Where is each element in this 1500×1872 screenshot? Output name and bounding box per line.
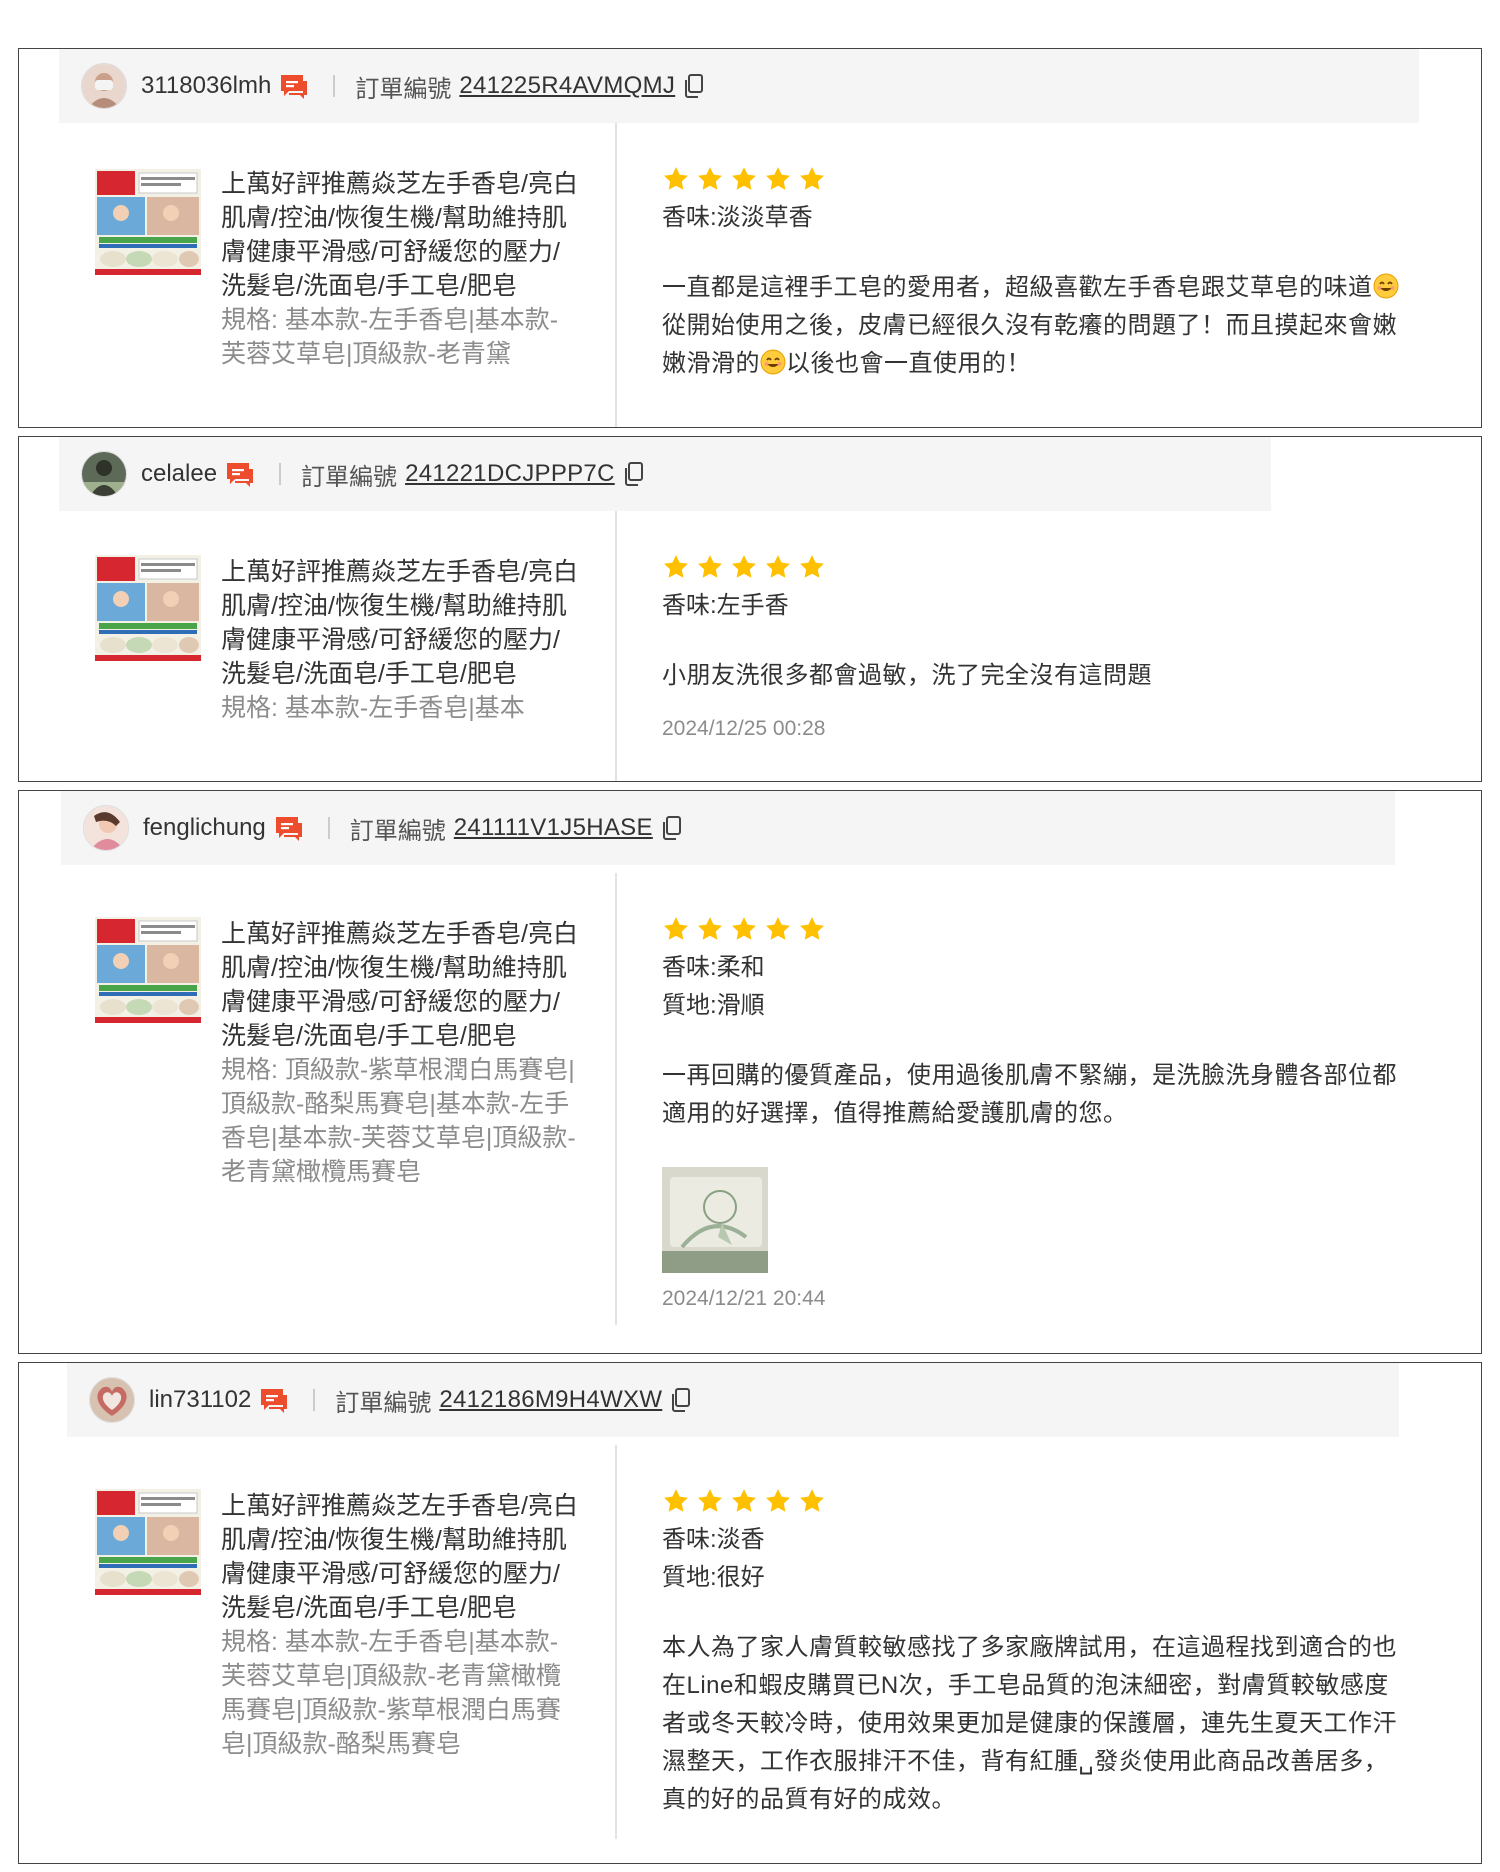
star-icon [696, 915, 724, 943]
column-divider [615, 873, 617, 1325]
header-separator [279, 463, 282, 485]
header-separator [333, 75, 336, 97]
star-icon [764, 1487, 792, 1515]
star-icon [798, 1487, 826, 1515]
smile-emoji-icon [1373, 273, 1399, 299]
review-attribute: 質地:滑順 [662, 992, 765, 1019]
product-name[interactable]: 上萬好評推薦焱芝左手香皂/亮白肌膚/控油/恢復生機/幫助維持肌膚健康平滑感/可舒… [221, 1489, 581, 1625]
chat-icon[interactable] [225, 460, 255, 488]
order-label: 訂單編號 [301, 463, 398, 491]
review-comment: 一再回購的優質產品，使用過後肌膚不緊繃，是洗臉洗身體各部位都適用的好選擇，值得推… [662, 1062, 1397, 1127]
review-attribute: 香味:淡香 [662, 1526, 765, 1553]
product-spec: 規格: 基本款-左手香皂|基本款-芙蓉艾草皂|頂級款-老青黛橄欖馬賽皂|頂級款-… [221, 1628, 561, 1758]
copy-icon[interactable] [661, 815, 683, 841]
star-icon [798, 915, 826, 943]
header-separator [313, 1389, 316, 1411]
review-content: 香味:淡淡草香 一直都是這裡手工皂的愛用者，超級喜歡左手香皂跟艾草皂的味道從開始… [662, 165, 1402, 383]
star-icon [798, 165, 826, 193]
rating-stars [662, 915, 1402, 945]
star-icon [730, 915, 758, 943]
product-spec: 規格: 基本款-左手香皂|基本 [221, 694, 525, 722]
review-date: 2024/12/25 00:28 [662, 717, 826, 740]
user-avatar[interactable] [81, 63, 127, 109]
star-icon [764, 165, 792, 193]
product-spec: 規格: 基本款-左手香皂|基本款-芙蓉艾草皂|頂級款-老青黛 [221, 306, 559, 368]
review-comment: 小朋友洗很多都會過敏，洗了完全沒有這問題 [662, 662, 1152, 689]
chat-icon[interactable] [259, 1386, 289, 1414]
review-card: fenglichung 訂單編號 241111V1J5HASE 上萬好評推薦焱芝… [18, 790, 1482, 1354]
product-thumbnail[interactable] [95, 917, 201, 1023]
copy-icon[interactable] [683, 73, 705, 99]
review-comment: 本人為了家人膚質較敏感找了多家廠牌試用，在這過程找到適合的也在Line和蝦皮購買… [662, 1634, 1397, 1813]
order-number-link[interactable]: 241225R4AVMQMJ [459, 72, 675, 100]
review-content: 香味:左手香 小朋友洗很多都會過敏，洗了完全沒有這問題 2024/12/25 0… [662, 553, 1402, 741]
product-name[interactable]: 上萬好評推薦焱芝左手香皂/亮白肌膚/控油/恢復生機/幫助維持肌膚健康平滑感/可舒… [221, 917, 581, 1053]
product-thumbnail[interactable] [95, 555, 201, 661]
review-card: 3118036lmh 訂單編號 241225R4AVMQMJ 上萬好評推薦焱芝左… [18, 48, 1482, 428]
copy-icon[interactable] [623, 461, 645, 487]
order-label: 訂單編號 [355, 75, 452, 103]
review-header: lin731102 訂單編號 2412186M9H4WXW [67, 1363, 1399, 1437]
review-attribute: 香味:柔和 [662, 954, 765, 981]
column-divider [615, 123, 617, 427]
review-content: 香味:淡香 質地:很好 本人為了家人膚質較敏感找了多家廠牌試用，在這過程找到適合… [662, 1487, 1402, 1819]
username[interactable]: lin731102 [149, 1386, 251, 1414]
order-label: 訂單編號 [335, 1389, 432, 1417]
product-spec: 規格: 頂級款-紫草根潤白馬賽皂|頂級款-酪梨馬賽皂|基本款-左手香皂|基本款-… [221, 1056, 576, 1186]
user-avatar[interactable] [89, 1377, 135, 1423]
product-name[interactable]: 上萬好評推薦焱芝左手香皂/亮白肌膚/控油/恢復生機/幫助維持肌膚健康平滑感/可舒… [221, 555, 581, 691]
review-attribute: 香味:左手香 [662, 592, 789, 619]
order-number-link[interactable]: 241221DCJPPP7C [405, 460, 615, 488]
review-header: celalee 訂單編號 241221DCJPPP7C [59, 437, 1271, 511]
user-avatar[interactable] [81, 451, 127, 497]
review-date: 2024/12/21 20:44 [662, 1287, 826, 1310]
star-icon [764, 553, 792, 581]
review-comment: 一直都是這裡手工皂的愛用者，超級喜歡左手香皂跟艾草皂的味道從開始使用之後，皮膚已… [662, 273, 1399, 377]
rating-stars [662, 1487, 1402, 1517]
star-icon [662, 553, 690, 581]
order-label: 訂單編號 [349, 817, 446, 845]
product-info[interactable]: 上萬好評推薦焱芝左手香皂/亮白肌膚/控油/恢復生機/幫助維持肌膚健康平滑感/可舒… [221, 555, 581, 759]
rating-stars [662, 165, 1402, 195]
column-divider [615, 511, 617, 781]
product-thumbnail[interactable] [95, 1489, 201, 1595]
star-icon [662, 1487, 690, 1515]
product-info[interactable]: 上萬好評推薦焱芝左手香皂/亮白肌膚/控油/恢復生機/幫助維持肌膚健康平滑感/可舒… [221, 167, 581, 405]
star-icon [662, 915, 690, 943]
product-info[interactable]: 上萬好評推薦焱芝左手香皂/亮白肌膚/控油/恢復生機/幫助維持肌膚健康平滑感/可舒… [221, 1489, 581, 1829]
star-icon [798, 553, 826, 581]
review-attribute: 質地:很好 [662, 1564, 765, 1591]
review-card: lin731102 訂單編號 2412186M9H4WXW 上萬好評推薦焱芝左手… [18, 1362, 1482, 1864]
star-icon [696, 165, 724, 193]
chat-icon[interactable] [274, 814, 304, 842]
chat-icon[interactable] [279, 72, 309, 100]
star-icon [730, 553, 758, 581]
copy-icon[interactable] [670, 1387, 692, 1413]
star-icon [730, 1487, 758, 1515]
header-separator [327, 817, 330, 839]
review-header: 3118036lmh 訂單編號 241225R4AVMQMJ [59, 49, 1419, 123]
review-content: 香味:柔和 質地:滑順 一再回購的優質產品，使用過後肌膚不緊繃，是洗臉洗身體各部… [662, 915, 1402, 1311]
review-photo[interactable] [662, 1167, 768, 1273]
product-info[interactable]: 上萬好評推薦焱芝左手香皂/亮白肌膚/控油/恢復生機/幫助維持肌膚健康平滑感/可舒… [221, 917, 581, 1257]
star-icon [696, 553, 724, 581]
product-name[interactable]: 上萬好評推薦焱芝左手香皂/亮白肌膚/控油/恢復生機/幫助維持肌膚健康平滑感/可舒… [221, 167, 581, 303]
product-thumbnail[interactable] [95, 169, 201, 275]
username[interactable]: celalee [141, 460, 217, 488]
column-divider [615, 1445, 617, 1839]
order-number-link[interactable]: 241111V1J5HASE [454, 814, 653, 842]
star-icon [764, 915, 792, 943]
star-icon [662, 165, 690, 193]
review-header: fenglichung 訂單編號 241111V1J5HASE [61, 791, 1395, 865]
review-attribute: 香味:淡淡草香 [662, 204, 813, 231]
smile-emoji-icon [760, 349, 786, 375]
star-icon [730, 165, 758, 193]
review-card: celalee 訂單編號 241221DCJPPP7C 上萬好評推薦焱芝左手香皂… [18, 436, 1482, 782]
username[interactable]: 3118036lmh [141, 72, 271, 100]
order-number-link[interactable]: 2412186M9H4WXW [439, 1386, 662, 1414]
star-icon [696, 1487, 724, 1515]
rating-stars [662, 553, 1402, 583]
user-avatar[interactable] [83, 805, 129, 851]
username[interactable]: fenglichung [143, 814, 266, 842]
